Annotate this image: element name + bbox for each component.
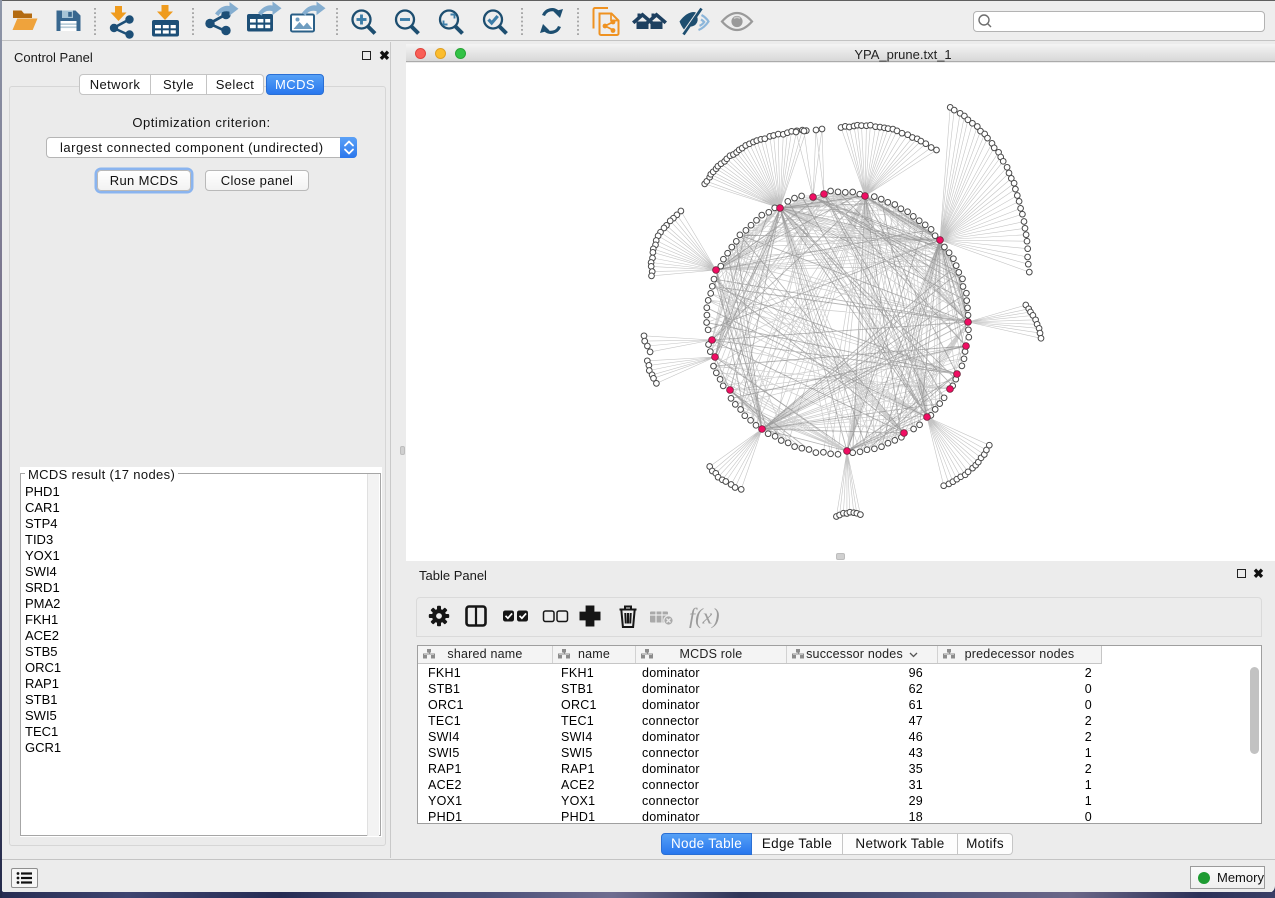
svg-text:f(x): f(x) — [689, 604, 720, 629]
